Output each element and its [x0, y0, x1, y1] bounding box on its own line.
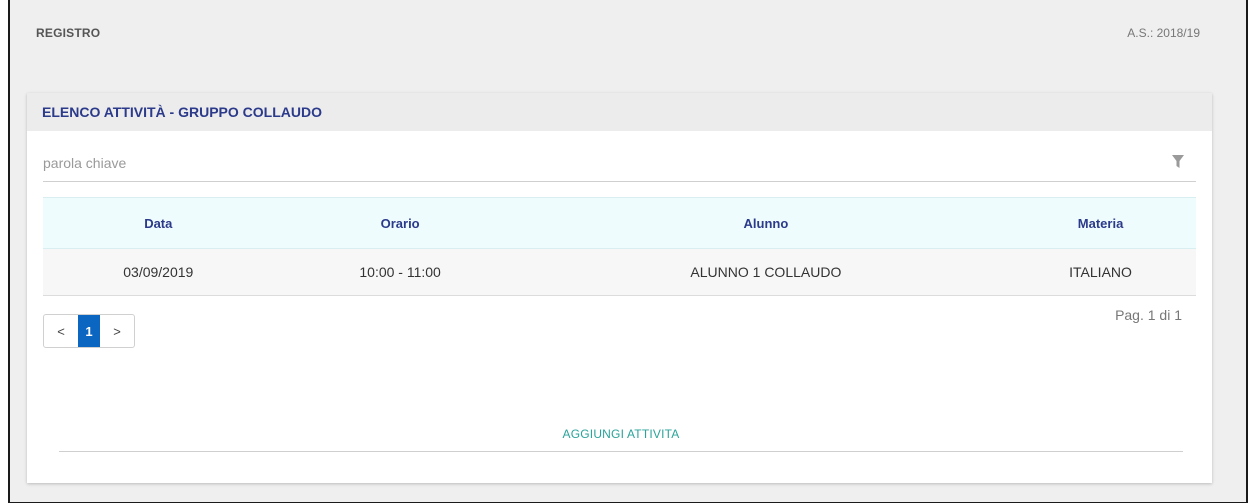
- app-frame: REGISTRO A.S.: 2018/19 ELENCO ATTIVITÀ -…: [8, 0, 1248, 503]
- column-header-data[interactable]: Data: [43, 197, 274, 249]
- card-title: ELENCO ATTIVITÀ - GRUPPO COLLAUDO: [27, 93, 1212, 131]
- cell-alunno: ALUNNO 1 COLLAUDO: [526, 248, 1006, 296]
- pagination: < 1 >: [43, 314, 135, 348]
- cell-orario: 10:00 - 11:00: [273, 248, 527, 296]
- column-header-alunno[interactable]: Alunno: [526, 197, 1006, 249]
- column-header-materia[interactable]: Materia: [1005, 197, 1196, 249]
- cell-data: 03/09/2019: [43, 248, 274, 296]
- prev-page-button[interactable]: <: [44, 315, 78, 347]
- column-header-orario[interactable]: Orario: [273, 197, 527, 249]
- search-input[interactable]: [43, 151, 1143, 175]
- next-page-button[interactable]: >: [100, 315, 134, 347]
- activity-list-card: ELENCO ATTIVITÀ - GRUPPO COLLAUDO Data O…: [27, 93, 1212, 483]
- table-row[interactable]: 03/09/2019 10:00 - 11:00 ALUNNO 1 COLLAU…: [43, 248, 1196, 296]
- add-activity-button[interactable]: AGGIUNGI ATTIVITA: [59, 416, 1183, 452]
- cell-materia: ITALIANO: [1005, 248, 1196, 296]
- search-bar: [43, 145, 1196, 182]
- page-title: REGISTRO: [36, 26, 101, 40]
- filter-icon[interactable]: [1172, 155, 1184, 169]
- school-year-label: A.S.: 2018/19: [1127, 26, 1200, 40]
- table-header-row: Data Orario Alunno Materia: [43, 197, 1196, 249]
- page-button-current[interactable]: 1: [78, 315, 100, 347]
- activity-table: Data Orario Alunno Materia 03/09/2019 10…: [43, 197, 1196, 296]
- page-info: Pag. 1 di 1: [1115, 307, 1182, 323]
